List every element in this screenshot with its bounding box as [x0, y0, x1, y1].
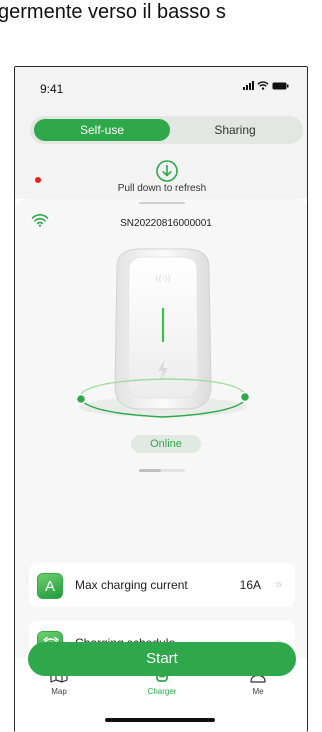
page-indicator — [139, 469, 185, 472]
tab-label: Me — [252, 687, 264, 696]
start-charging-button[interactable]: Start — [28, 642, 296, 676]
wifi-status-icon — [257, 81, 269, 90]
status-icons — [243, 81, 289, 90]
battery-icon — [272, 82, 289, 89]
phone-screen: 9:41 Self-use Sharing Pull down to refre… — [14, 66, 308, 732]
status-time: 9:41 — [40, 82, 64, 96]
pull-down-arrow-icon — [156, 160, 178, 182]
signal-icon — [243, 81, 254, 90]
tab-label: Charger — [147, 687, 177, 696]
drag-handle[interactable] — [139, 202, 185, 204]
setting-label: Max charging current — [75, 578, 188, 592]
device-status-badge: Online — [131, 435, 201, 453]
mode-segmented-control: Self-use Sharing — [30, 116, 303, 144]
device-serial-number: SN20220816000001 — [120, 218, 212, 229]
charger-device-illustration: ((·)) — [75, 248, 251, 418]
status-bar: 9:41 — [15, 67, 307, 107]
tab-self-use[interactable]: Self-use — [34, 119, 170, 141]
tab-sharing[interactable]: Sharing — [170, 119, 300, 141]
current-icon: A — [37, 573, 63, 599]
tab-label: Map — [51, 687, 67, 696]
home-indicator[interactable] — [105, 718, 215, 722]
max-charging-current-row[interactable]: A Max charging current 16A » — [29, 563, 295, 607]
instruction-caption: germente verso il basso s — [0, 1, 226, 23]
chevron-right-icon: » — [275, 577, 281, 591]
svg-text:((·)): ((·)) — [155, 274, 170, 283]
pull-to-refresh-label: Pull down to refresh — [117, 183, 207, 194]
setting-value: 16A — [239, 578, 261, 592]
